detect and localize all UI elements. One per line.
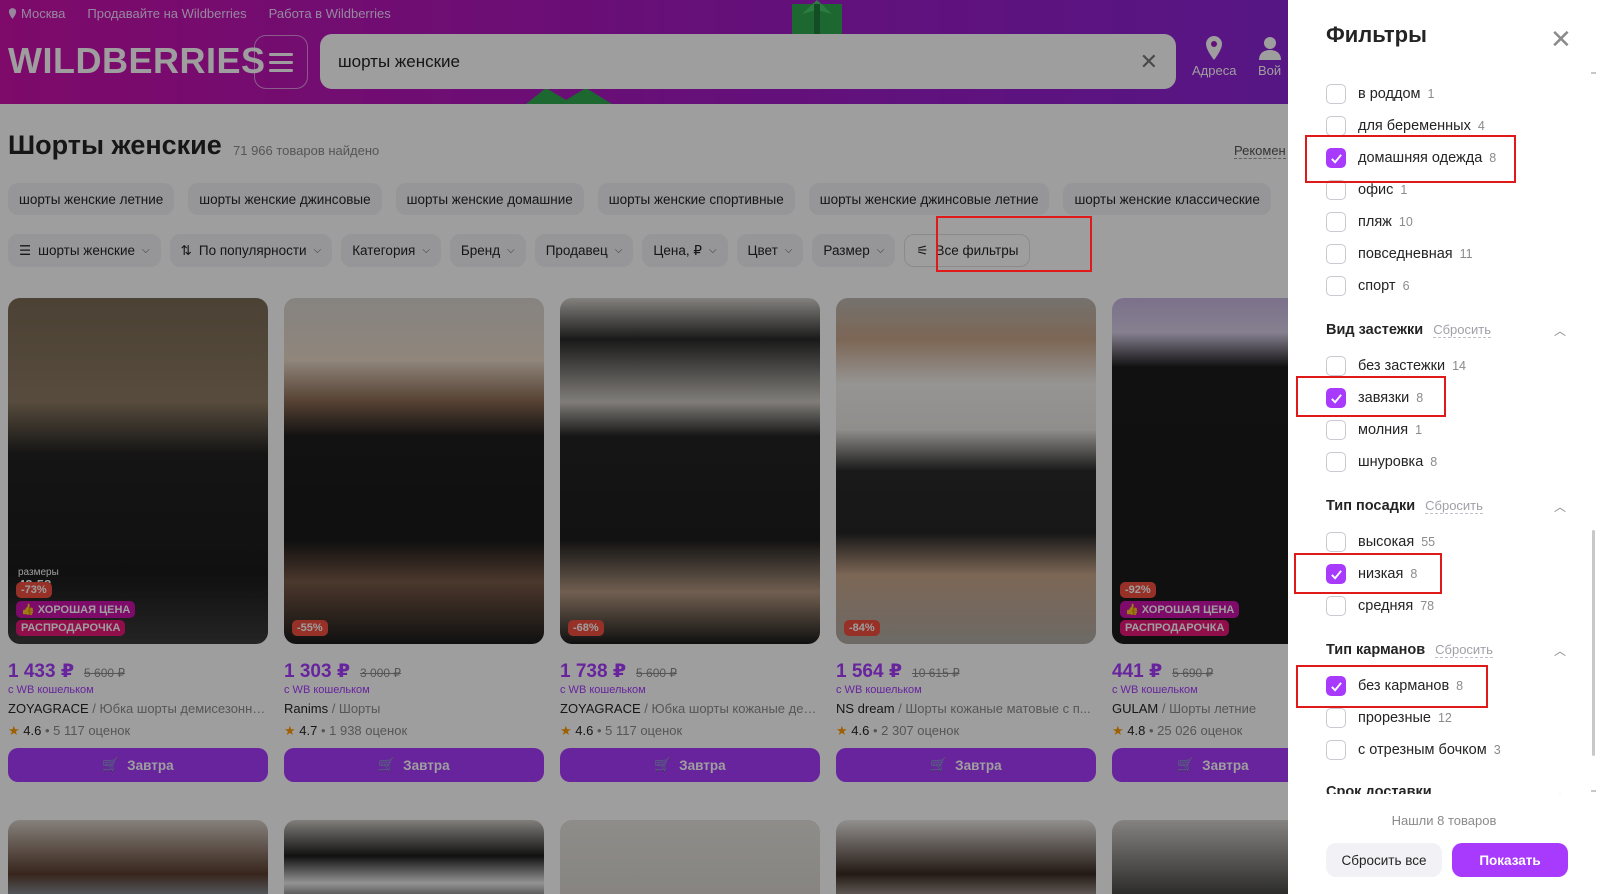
- section-reset-link[interactable]: Сбросить: [1433, 322, 1491, 338]
- checkbox[interactable]: [1326, 116, 1346, 136]
- section-fit: Тип посадки Сбросить: [1326, 498, 1483, 514]
- filter-option[interactable]: без застежки 14: [1326, 354, 1466, 378]
- highlight-box: [936, 216, 1092, 272]
- option-count: 10: [1398, 215, 1413, 229]
- chevron-up-icon[interactable]: ︿: [1554, 784, 1566, 794]
- filter-option[interactable]: повседневная 11: [1326, 242, 1473, 266]
- filter-option[interactable]: средняя 78: [1326, 594, 1434, 618]
- highlight-box: [1296, 665, 1488, 708]
- section-title: Вид застежки: [1326, 322, 1424, 338]
- checkbox[interactable]: [1326, 212, 1346, 232]
- close-icon[interactable]: ✕: [1550, 26, 1572, 52]
- option-label: с отрезным бочком: [1358, 742, 1487, 758]
- checkbox[interactable]: [1326, 276, 1346, 296]
- section-title: Тип посадки: [1326, 498, 1416, 514]
- checkbox[interactable]: [1326, 180, 1346, 200]
- filter-option[interactable]: высокая 55: [1326, 530, 1435, 554]
- option-label: для беременных: [1358, 118, 1471, 134]
- option-label: средняя: [1358, 598, 1414, 614]
- chevron-up-icon[interactable]: ︿: [1554, 322, 1566, 339]
- checkbox[interactable]: [1326, 452, 1346, 472]
- option-count: 6: [1402, 279, 1410, 293]
- option-label: без застежки: [1358, 358, 1446, 374]
- checkbox[interactable]: [1326, 356, 1346, 376]
- option-label: повседневная: [1358, 246, 1453, 262]
- filter-option[interactable]: спорт 6: [1326, 274, 1410, 298]
- option-count: 8: [1430, 455, 1438, 469]
- filter-option[interactable]: пляж 10: [1326, 210, 1413, 234]
- option-count: 11: [1459, 247, 1473, 261]
- found-count: Нашли 8 товаров: [1391, 813, 1497, 828]
- option-label: шнуровка: [1358, 454, 1424, 470]
- option-label: пляж: [1358, 214, 1392, 230]
- section-title: Тип карманов: [1326, 642, 1426, 658]
- option-count: 1: [1415, 423, 1423, 437]
- section-closure: Вид застежки Сбросить: [1326, 322, 1491, 338]
- section-reset-link[interactable]: Сбросить: [1435, 642, 1493, 658]
- show-button[interactable]: Показать: [1452, 843, 1568, 877]
- checkbox[interactable]: [1326, 596, 1346, 616]
- option-count: 1: [1427, 87, 1435, 101]
- option-count: 55: [1421, 535, 1436, 549]
- checkbox[interactable]: [1326, 244, 1346, 264]
- filter-option[interactable]: с отрезным бочком 3: [1326, 738, 1501, 762]
- section-reset-link[interactable]: Сбросить: [1425, 498, 1483, 514]
- option-label: спорт: [1358, 278, 1396, 294]
- reset-all-button[interactable]: Сбросить все: [1326, 843, 1442, 877]
- modal-overlay[interactable]: [0, 0, 1288, 894]
- checkbox[interactable]: [1326, 532, 1346, 552]
- filter-option[interactable]: шнуровка 8: [1326, 450, 1437, 474]
- filter-option[interactable]: в роддом 1: [1326, 82, 1434, 106]
- chevron-up-icon[interactable]: ︿: [1554, 642, 1566, 659]
- chevron-up-icon[interactable]: ︿: [1554, 498, 1566, 515]
- checkbox[interactable]: [1326, 740, 1346, 760]
- section-title: Срок доставки: [1326, 784, 1432, 794]
- option-label: офис: [1358, 182, 1394, 198]
- option-label: молния: [1358, 422, 1409, 438]
- filter-option[interactable]: прорезные 12: [1326, 706, 1452, 730]
- option-count: 78: [1420, 599, 1435, 613]
- option-count: 12: [1437, 711, 1452, 725]
- section-delivery: Срок доставки: [1326, 784, 1432, 794]
- highlight-box: [1296, 376, 1446, 417]
- option-count: 4: [1477, 119, 1485, 133]
- option-count: 3: [1493, 743, 1501, 757]
- panel-scrollbar[interactable]: [1592, 530, 1595, 756]
- option-count: 14: [1452, 359, 1466, 373]
- section-pockets: Тип карманов Сбросить: [1326, 642, 1493, 658]
- option-label: в роддом: [1358, 86, 1421, 102]
- highlight-box: [1305, 135, 1516, 183]
- filters-title: Фильтры: [1326, 22, 1427, 47]
- checkbox[interactable]: [1326, 420, 1346, 440]
- highlight-box: [1294, 553, 1442, 594]
- checkbox[interactable]: [1326, 708, 1346, 728]
- filter-option[interactable]: молния 1: [1326, 418, 1422, 442]
- option-label: высокая: [1358, 534, 1415, 550]
- checkbox[interactable]: [1326, 84, 1346, 104]
- option-count: 1: [1400, 183, 1408, 197]
- option-label: прорезные: [1358, 710, 1431, 726]
